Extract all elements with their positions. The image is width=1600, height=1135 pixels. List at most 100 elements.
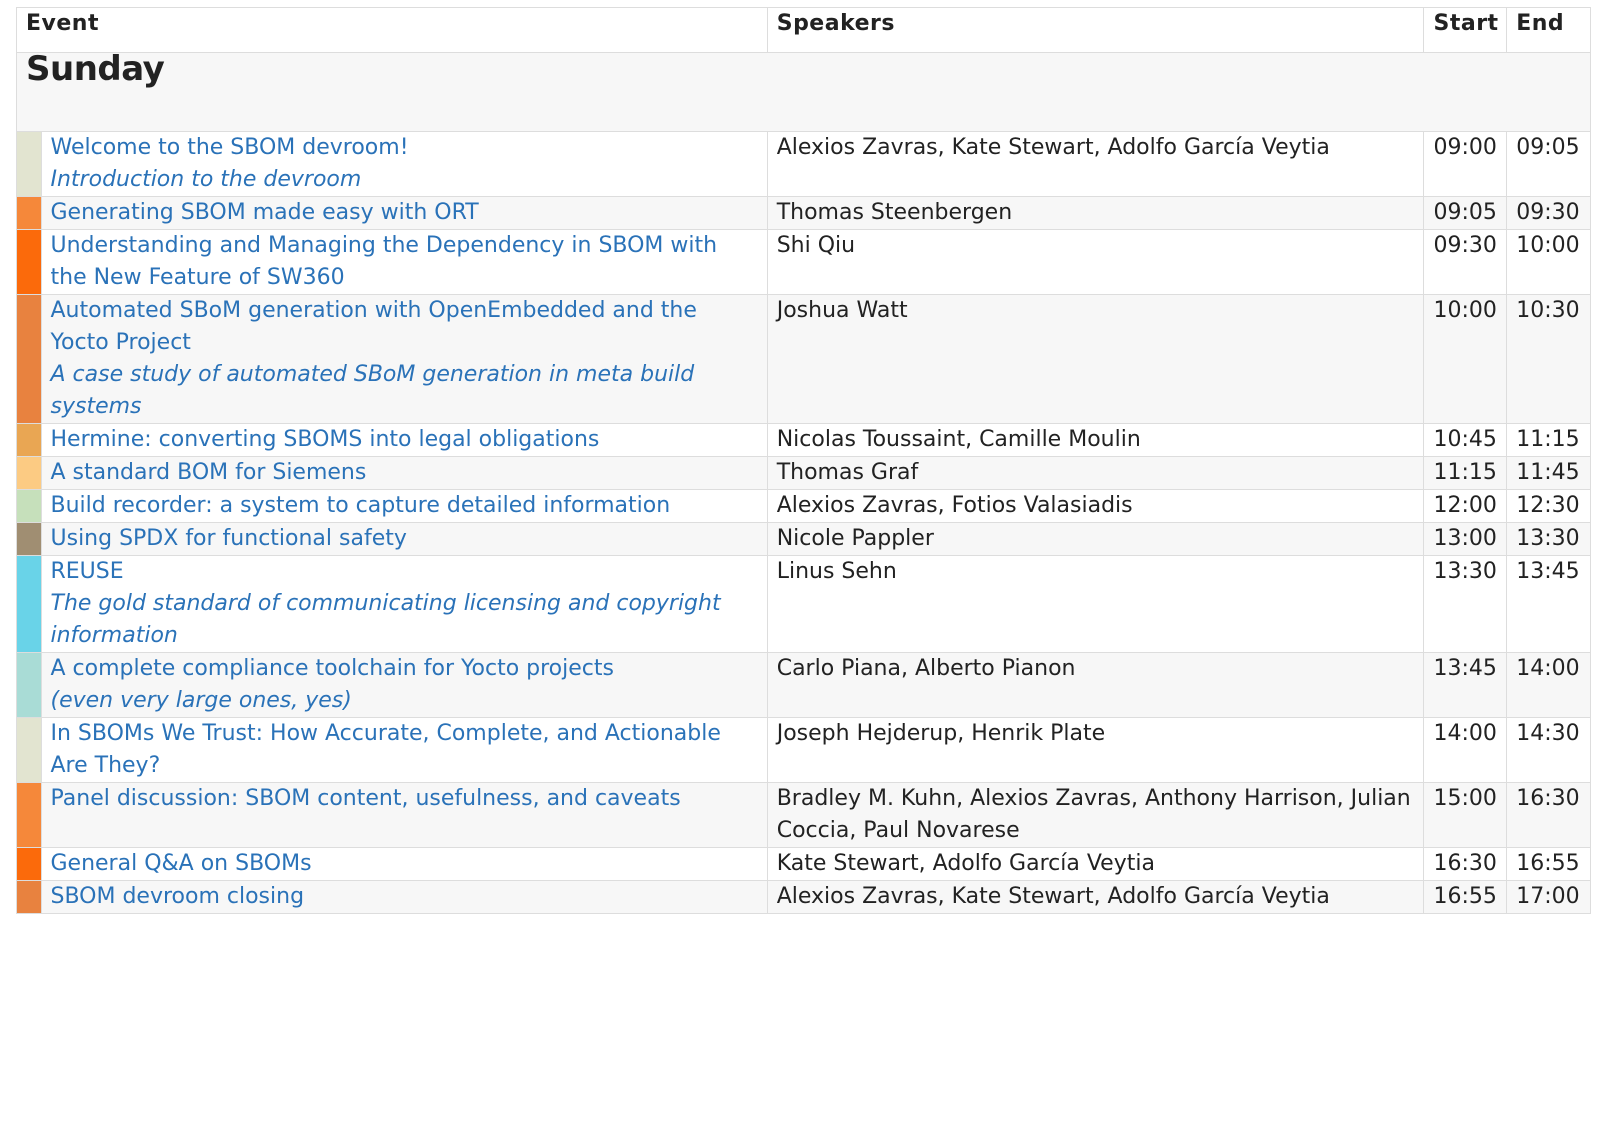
speakers-cell: Thomas Graf xyxy=(766,456,1425,490)
speakers-column-header: Speakers xyxy=(766,7,1425,53)
event-title-link[interactable]: In SBOMs We Trust: How Accurate, Complet… xyxy=(51,718,758,782)
event-cell: Understanding and Managing the Dependenc… xyxy=(40,229,768,295)
table-row: Generating SBOM made easy with ORT Thomas… xyxy=(16,196,1591,230)
start-time-cell: 10:00 xyxy=(1423,294,1508,424)
event-cell: Using SPDX for functional safety xyxy=(40,522,768,556)
track-color-swatch xyxy=(16,847,42,881)
start-time-cell: 09:05 xyxy=(1423,196,1508,230)
speakers-cell: Bradley M. Kuhn, Alexios Zavras, Anthony… xyxy=(766,782,1425,848)
track-color-swatch xyxy=(16,522,42,556)
day-row: Sunday xyxy=(16,52,1591,132)
event-cell: Panel discussion: SBOM content, usefulne… xyxy=(40,782,768,848)
speakers-cell: Thomas Steenbergen xyxy=(766,196,1425,230)
table-row: General Q&A on SBOMs Kate Stewart, Adolfo… xyxy=(16,847,1591,881)
schedule-body: Sunday Welcome to the SBOM devroom! Intro… xyxy=(16,52,1591,914)
event-cell: General Q&A on SBOMs xyxy=(40,847,768,881)
track-color-swatch xyxy=(16,229,42,295)
speakers-cell: Nicole Pappler xyxy=(766,522,1425,556)
speakers-cell: Nicolas Toussaint, Camille Moulin xyxy=(766,423,1425,457)
track-color-swatch xyxy=(16,717,42,783)
table-header-row: Event Speakers Start End xyxy=(16,7,1591,53)
speakers-cell: Alexios Zavras, Kate Stewart, Adolfo Gar… xyxy=(766,131,1425,197)
speakers-cell: Alexios Zavras, Kate Stewart, Adolfo Gar… xyxy=(766,880,1425,914)
end-time-cell: 11:15 xyxy=(1506,423,1591,457)
start-time-cell: 16:30 xyxy=(1423,847,1508,881)
track-color-swatch xyxy=(16,294,42,424)
event-title-link[interactable]: Welcome to the SBOM devroom! xyxy=(51,132,758,164)
event-cell: Build recorder: a system to capture deta… xyxy=(40,489,768,523)
start-time-cell: 13:30 xyxy=(1423,555,1508,653)
table-row: Build recorder: a system to capture deta… xyxy=(16,489,1591,523)
table-row: SBOM devroom closing Alexios Zavras, Kate… xyxy=(16,880,1591,914)
end-time-cell: 13:45 xyxy=(1506,555,1591,653)
start-time-cell: 10:45 xyxy=(1423,423,1508,457)
end-column-header: End xyxy=(1506,7,1591,53)
track-color-swatch xyxy=(16,555,42,653)
end-time-cell: 10:30 xyxy=(1506,294,1591,424)
end-time-cell: 12:30 xyxy=(1506,489,1591,523)
event-title-link[interactable]: Using SPDX for functional safety xyxy=(51,523,758,555)
event-cell: A standard BOM for Siemens xyxy=(40,456,768,490)
track-color-swatch xyxy=(16,423,42,457)
event-subtitle: (even very large ones, yes) xyxy=(50,688,352,713)
end-time-cell: 14:00 xyxy=(1506,652,1591,718)
end-time-cell: 13:30 xyxy=(1506,522,1591,556)
event-cell: Generating SBOM made easy with ORT xyxy=(40,196,768,230)
speakers-cell: Joseph Hejderup, Henrik Plate xyxy=(766,717,1425,783)
event-subtitle: A case study of automated SBoM generatio… xyxy=(50,362,695,419)
end-time-cell: 14:30 xyxy=(1506,717,1591,783)
start-time-cell: 11:15 xyxy=(1423,456,1508,490)
event-title-link[interactable]: SBOM devroom closing xyxy=(51,881,758,913)
track-color-swatch xyxy=(16,489,42,523)
event-title-link[interactable]: Build recorder: a system to capture deta… xyxy=(51,490,758,522)
event-title-link[interactable]: A complete compliance toolchain for Yoct… xyxy=(51,653,758,685)
end-time-cell: 16:30 xyxy=(1506,782,1591,848)
start-time-cell: 13:45 xyxy=(1423,652,1508,718)
track-color-swatch xyxy=(16,880,42,914)
start-time-cell: 09:30 xyxy=(1423,229,1508,295)
track-color-swatch xyxy=(16,456,42,490)
start-time-cell: 14:00 xyxy=(1423,717,1508,783)
table-row: Welcome to the SBOM devroom! Introduction… xyxy=(16,131,1591,197)
event-cell: SBOM devroom closing xyxy=(40,880,768,914)
end-time-cell: 10:00 xyxy=(1506,229,1591,295)
event-subtitle: Introduction to the devroom xyxy=(50,167,362,192)
start-time-cell: 13:00 xyxy=(1423,522,1508,556)
table-row: REUSE The gold standard of communicating … xyxy=(16,555,1591,653)
table-row: In SBOMs We Trust: How Accurate, Complet… xyxy=(16,717,1591,783)
table-row: Panel discussion: SBOM content, usefulne… xyxy=(16,782,1591,848)
start-time-cell: 12:00 xyxy=(1423,489,1508,523)
event-cell: REUSE The gold standard of communicating … xyxy=(40,555,768,653)
start-column-header: Start xyxy=(1423,7,1508,53)
table-row: Using SPDX for functional safety Nicole P… xyxy=(16,522,1591,556)
event-title-link[interactable]: Panel discussion: SBOM content, usefulne… xyxy=(51,783,758,815)
speakers-cell: Alexios Zavras, Fotios Valasiadis xyxy=(766,489,1425,523)
event-cell: A complete compliance toolchain for Yoct… xyxy=(40,652,768,718)
event-title-link[interactable]: A standard BOM for Siemens xyxy=(51,457,758,489)
end-time-cell: 09:05 xyxy=(1506,131,1591,197)
track-color-swatch xyxy=(16,196,42,230)
event-title-link[interactable]: REUSE xyxy=(51,556,758,588)
start-time-cell: 16:55 xyxy=(1423,880,1508,914)
speakers-cell: Kate Stewart, Adolfo García Veytia xyxy=(766,847,1425,881)
track-color-swatch xyxy=(16,652,42,718)
start-time-cell: 15:00 xyxy=(1423,782,1508,848)
event-title-link[interactable]: Understanding and Managing the Dependenc… xyxy=(51,230,758,294)
end-time-cell: 11:45 xyxy=(1506,456,1591,490)
event-cell: Automated SBoM generation with OpenEmbed… xyxy=(40,294,768,424)
table-row: A complete compliance toolchain for Yoct… xyxy=(16,652,1591,718)
table-row: A standard BOM for Siemens Thomas Graf 11:… xyxy=(16,456,1591,490)
event-title-link[interactable]: General Q&A on SBOMs xyxy=(51,848,758,880)
start-time-cell: 09:00 xyxy=(1423,131,1508,197)
table-row: Hermine: converting SBOMS into legal obl… xyxy=(16,423,1591,457)
event-title-link[interactable]: Hermine: converting SBOMS into legal obl… xyxy=(51,424,758,456)
event-title-link[interactable]: Automated SBoM generation with OpenEmbed… xyxy=(51,295,758,359)
event-subtitle: The gold standard of communicating licen… xyxy=(50,591,721,648)
track-color-swatch xyxy=(16,782,42,848)
event-column-header: Event xyxy=(16,7,768,53)
day-heading: Sunday xyxy=(16,52,1591,132)
track-color-swatch xyxy=(16,131,42,197)
end-time-cell: 09:30 xyxy=(1506,196,1591,230)
end-time-cell: 17:00 xyxy=(1506,880,1591,914)
event-title-link[interactable]: Generating SBOM made easy with ORT xyxy=(51,197,758,229)
